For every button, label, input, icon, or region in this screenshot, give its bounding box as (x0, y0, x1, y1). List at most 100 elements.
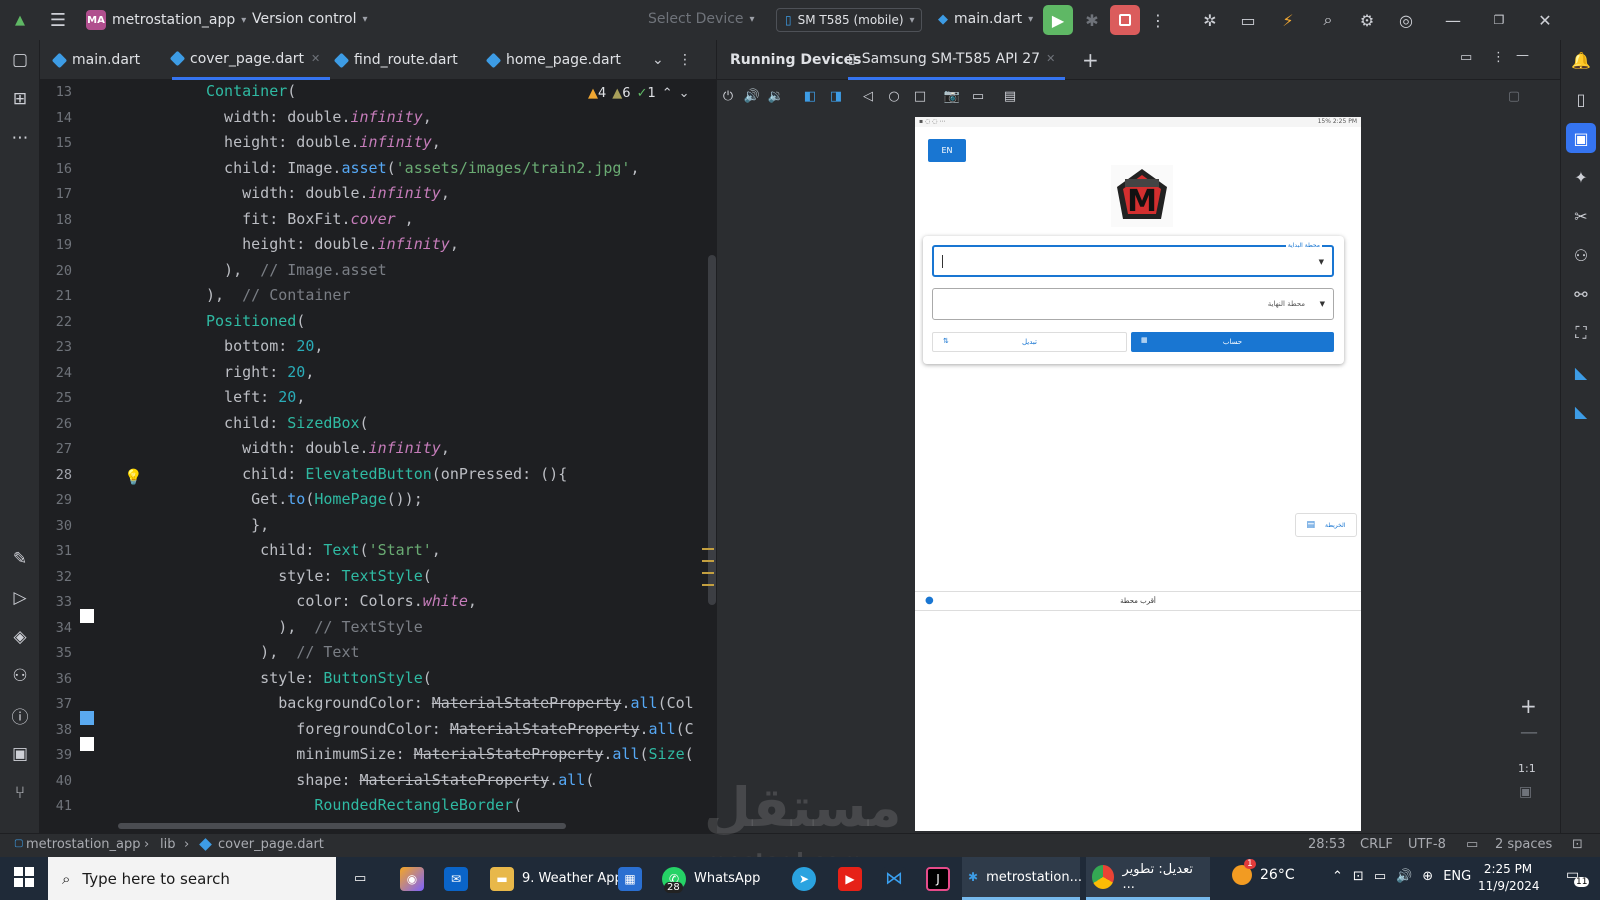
code-line[interactable]: ), // Text (206, 643, 359, 661)
store-button[interactable]: ▦ (612, 857, 648, 900)
device-screen[interactable]: ▪ ◌ ◌ ⋯ 15% 2:25 PM EN M محطة البداية ▼ … (915, 117, 1361, 831)
globe-icon[interactable]: ⊕ (1422, 869, 1433, 884)
account-button[interactable]: ◎ (1391, 5, 1421, 35)
add-device-tab-icon[interactable]: + (1082, 48, 1099, 72)
running-devices-icon[interactable]: ▣ (1566, 123, 1596, 153)
layout-inspector-icon[interactable]: ⚇ (1566, 240, 1596, 270)
zoom-in-icon[interactable]: + (1520, 694, 1537, 718)
tab-cover-page-dart[interactable]: cover_page.dart ✕ (169, 40, 331, 80)
code-line[interactable]: child: Text('Start', (206, 541, 441, 559)
stop-button[interactable] (1110, 5, 1140, 35)
code-line[interactable]: style: ButtonStyle( (206, 669, 432, 687)
code-line[interactable]: ), // TextStyle (206, 618, 423, 636)
tray-chevron-up-icon[interactable]: ⌃ (1332, 869, 1343, 884)
actual-size-button[interactable]: 1:1 (1518, 762, 1536, 775)
telegram-button[interactable]: ➤ (786, 857, 822, 900)
chevron-up-icon[interactable]: ⌃ (662, 86, 673, 101)
color-swatch-blue[interactable] (80, 711, 94, 725)
device-manager-button[interactable]: ▭ (1233, 5, 1263, 35)
weather-widget[interactable]: 1 26°C (1232, 859, 1295, 885)
code-line[interactable]: }, (206, 516, 269, 534)
screen-record-icon[interactable]: ▭ (966, 84, 990, 108)
minimize-panel-icon[interactable]: — (1516, 48, 1529, 63)
flutter-inspector-icon[interactable]: ✎ (5, 544, 35, 574)
intellij-button[interactable]: J (920, 857, 956, 900)
project-selector[interactable]: MA metrostation_app ▾ (86, 10, 246, 30)
swap-button[interactable]: ⇅ تبديل (932, 332, 1127, 352)
map-button[interactable]: ▤ الخريطة (1295, 513, 1357, 537)
youtube-button[interactable]: ▶ (832, 857, 868, 900)
clock[interactable]: 2:25 PM 11/9/2024 (1478, 861, 1540, 895)
language-button[interactable]: EN (928, 139, 966, 162)
code-line[interactable]: minimumSize: MaterialStateProperty.all(S… (206, 745, 693, 763)
color-swatch-white[interactable] (80, 737, 94, 751)
power-icon[interactable]: ⏻ (716, 84, 740, 108)
notifications-icon[interactable]: 🔔 (1566, 45, 1596, 75)
code-line[interactable]: Container( (206, 82, 296, 100)
notification-center[interactable]: ▭ 11 (1566, 867, 1590, 887)
link-icon[interactable]: ⚯ (1566, 279, 1596, 309)
editor-vertical-scrollbar[interactable] (708, 255, 716, 605)
volume-down-icon[interactable]: 🔉 (764, 84, 788, 108)
close-window-button[interactable]: ✕ (1530, 5, 1560, 35)
start-station-dropdown[interactable]: محطة البداية ▼ (932, 242, 1334, 277)
structure-icon[interactable]: ⊞ (5, 84, 35, 114)
minimize-button[interactable]: — (1438, 5, 1468, 35)
lock-icon[interactable]: ⊡ (1572, 837, 1583, 852)
close-tab-icon[interactable]: ✕ (311, 52, 320, 65)
gemini-icon[interactable]: ✦ (1566, 162, 1596, 192)
tabs-more-button[interactable]: ⋮ (678, 40, 692, 80)
code-editor[interactable]: Container( width: double.infinity, heigh… (118, 80, 708, 833)
input-language[interactable]: ENG (1443, 869, 1471, 884)
taskbar-app-whatsapp[interactable]: ✆ 28 WhatsApp (656, 857, 766, 900)
hot-reload-button[interactable]: ⚡ (1273, 5, 1303, 35)
run-icon[interactable]: ▷ (5, 583, 35, 613)
battery-icon[interactable]: ▭ (1374, 869, 1386, 884)
caret-position[interactable]: 28:53 (1308, 837, 1345, 852)
device-manager-icon[interactable]: ▯ (1566, 84, 1596, 114)
code-line[interactable]: backgroundColor: MaterialStateProperty.a… (206, 694, 693, 712)
breadcrumb-lib[interactable]: lib (160, 837, 175, 852)
rotate-right-icon[interactable]: ◨ (824, 84, 848, 108)
end-station-dropdown[interactable]: محطة النهاية ▼ (932, 288, 1334, 320)
search-button[interactable]: ⌕ (1313, 5, 1343, 35)
network-icon[interactable]: ⊡ (1353, 869, 1364, 884)
readonly-icon[interactable]: ▭ (1466, 837, 1478, 852)
code-line[interactable]: width: double.infinity, (206, 184, 450, 202)
breadcrumb-file[interactable]: cover_page.dart (218, 837, 324, 852)
task-view-button[interactable]: ▭ (348, 857, 372, 900)
debug-button[interactable]: ✱ (1077, 5, 1107, 35)
editor-horizontal-scrollbar[interactable] (118, 823, 566, 829)
nearest-station-bar[interactable]: ● أقرب محطة (915, 591, 1361, 611)
copilot-button[interactable]: ◉ (394, 857, 430, 900)
build-variants-icon[interactable]: ◈ (5, 622, 35, 652)
code-line[interactable]: fit: BoxFit.cover , (206, 210, 414, 228)
code-line[interactable]: child: ElevatedButton(onPressed: (){ (206, 465, 567, 483)
code-line[interactable]: bottom: 20, (206, 337, 323, 355)
inspections-widget[interactable]: ▲4 ▲6 ✓1 ⌃ ⌄ (588, 86, 690, 101)
rotate-left-icon[interactable]: ◧ (798, 84, 822, 108)
run-config-dropdown[interactable]: ◆ main.dart ▾ (938, 11, 1033, 27)
device-tab[interactable]: ▯ Samsung SM-T585 API 27 ✕ (848, 40, 1066, 80)
code-line[interactable]: width: double.infinity, (206, 108, 432, 126)
overview-icon[interactable]: □ (908, 84, 932, 108)
code-line[interactable]: height: double.infinity, (206, 235, 459, 253)
device-dropdown[interactable]: ▯ SM T585 (mobile) ▾ (776, 8, 922, 32)
code-line[interactable]: ), // Container (206, 286, 351, 304)
code-line[interactable]: right: 20, (206, 363, 314, 381)
app-inspection-icon[interactable]: ⚇ (5, 661, 35, 691)
code-line[interactable]: left: 20, (206, 388, 305, 406)
back-icon[interactable]: ◁ (856, 84, 880, 108)
terminal-icon[interactable]: ▣ (5, 739, 35, 769)
problems-icon[interactable]: ⓘ (5, 700, 35, 730)
close-tab-icon[interactable]: ✕ (1046, 52, 1055, 65)
version-control-menu[interactable]: Version control ▾ (252, 11, 368, 27)
screenshot-icon[interactable]: 📷 (940, 84, 964, 108)
select-device-dropdown[interactable]: Select Device ▾ (648, 11, 755, 27)
code-line[interactable]: RoundedRectangleBorder( (206, 796, 522, 814)
mirror-icon[interactable]: ▢ (1502, 84, 1526, 108)
vscode-button[interactable]: ⋈ (876, 857, 912, 900)
more-tools-icon[interactable]: ⋯ (5, 123, 35, 153)
zoom-out-icon[interactable]: — (1520, 722, 1538, 743)
windows-start-icon[interactable] (14, 867, 34, 887)
